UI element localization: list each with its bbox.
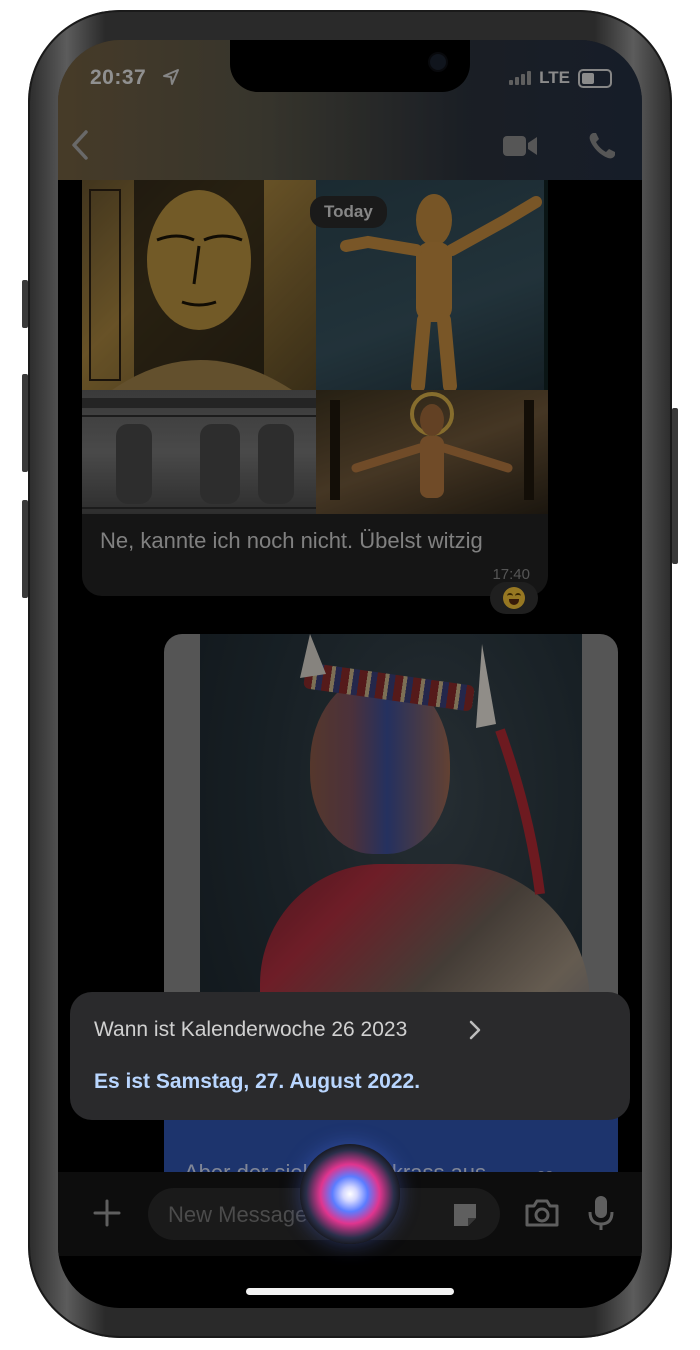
video-call-icon[interactable] bbox=[502, 134, 538, 158]
signal-icon bbox=[509, 71, 532, 85]
carrier-label: LTE bbox=[539, 68, 570, 87]
screen: Today Ne, kannte ich noch nicht. Übelst … bbox=[58, 40, 642, 1308]
battery-icon bbox=[578, 68, 612, 88]
volume-down-button bbox=[22, 500, 28, 598]
siri-query-text[interactable]: Wann ist Kalenderwoche 26 2023 bbox=[94, 1018, 407, 1042]
incoming-message-time: 17:40 bbox=[492, 566, 530, 583]
sticker-icon[interactable] bbox=[450, 1200, 480, 1230]
image-collage[interactable] bbox=[82, 180, 548, 514]
collage-image-4 bbox=[316, 390, 548, 514]
chevron-right-icon[interactable] bbox=[468, 1020, 482, 1040]
microphone-icon[interactable] bbox=[588, 1194, 614, 1232]
collage-image-3 bbox=[82, 390, 316, 514]
phone-call-icon[interactable] bbox=[586, 130, 618, 162]
back-chevron-icon[interactable] bbox=[68, 128, 92, 162]
front-camera bbox=[428, 52, 448, 72]
siri-answer-text: Es ist Samstag, 27. August 2022. bbox=[94, 1070, 421, 1093]
plus-icon[interactable] bbox=[92, 1198, 122, 1228]
power-button bbox=[672, 408, 678, 564]
camera-icon[interactable] bbox=[524, 1198, 560, 1228]
home-indicator[interactable] bbox=[246, 1288, 454, 1295]
siri-orb-icon[interactable] bbox=[300, 1144, 400, 1244]
incoming-message-text: Ne, kannte ich noch nicht. Übelst witzig bbox=[100, 528, 483, 553]
status-time: 20:37 bbox=[90, 66, 147, 89]
collage-image-1 bbox=[82, 180, 316, 390]
reaction-badge[interactable] bbox=[490, 582, 538, 614]
siri-result-card[interactable]: Wann ist Kalenderwoche 26 2023 Es ist Sa… bbox=[70, 992, 630, 1120]
status-indicators: LTE bbox=[509, 68, 612, 88]
location-arrow-icon bbox=[163, 69, 179, 85]
notch bbox=[230, 40, 470, 92]
incoming-message-bubble[interactable]: Ne, kannte ich noch nicht. Übelst witzig… bbox=[82, 514, 548, 596]
volume-up-button bbox=[22, 374, 28, 472]
laughing-emoji-icon bbox=[503, 587, 525, 609]
side-button bbox=[22, 280, 28, 328]
date-pill: Today bbox=[310, 196, 387, 228]
